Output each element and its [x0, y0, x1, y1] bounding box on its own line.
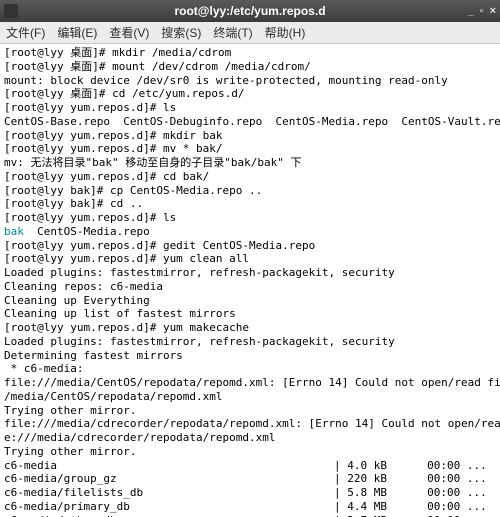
term-line: Cleaning up list of fastest mirrors: [4, 307, 236, 320]
term-line: [root@lyy 桌面]# mkdir /media/cdrom: [4, 46, 231, 59]
maximize-button[interactable]: ▫: [480, 5, 484, 17]
close-button[interactable]: ×: [490, 5, 496, 17]
download-row: c6-media/filelists_db| 5.8 MB 00:00 ...: [4, 486, 487, 499]
window-controls: _ ▫ ×: [468, 5, 496, 17]
term-line: [root@lyy yum.repos.d]# gedit CentOS-Med…: [4, 239, 315, 252]
download-row: c6-media/group_gz| 220 kB 00:00 ...: [4, 472, 487, 485]
term-line: [root@lyy 桌面]# mount /dev/cdrom /media/c…: [4, 60, 311, 73]
term-line: [root@lyy yum.repos.d]# mv * bak/: [4, 142, 223, 155]
menu-help[interactable]: 帮助(H): [265, 24, 306, 41]
term-line: [root@lyy yum.repos.d]# cd bak/: [4, 170, 209, 183]
term-line: file:///media/CentOS/repodata/repomd.xml…: [4, 376, 500, 389]
dir-bak: bak: [4, 225, 24, 238]
term-line: bak CentOS-Media.repo: [4, 225, 150, 238]
download-row: c6-media| 4.0 kB 00:00 ...: [4, 459, 487, 472]
term-line: Loaded plugins: fastestmirror, refresh-p…: [4, 335, 395, 348]
terminal-output[interactable]: [root@lyy 桌面]# mkdir /media/cdrom [root@…: [0, 44, 500, 517]
term-line: [root@lyy bak]# cp CentOS-Media.repo ..: [4, 184, 262, 197]
term-line: [root@lyy 桌面]# cd /etc/yum.repos.d/: [4, 87, 245, 100]
term-line: [root@lyy yum.repos.d]# mkdir bak: [4, 129, 223, 142]
menu-terminal[interactable]: 终端(T): [213, 24, 252, 41]
term-line: mv: 无法将目录"bak" 移动至自身的子目录"bak/bak" 下: [4, 156, 301, 169]
term-line: Trying other mirror.: [4, 404, 136, 417]
term-line: mount: block device /dev/sr0 is write-pr…: [4, 74, 448, 87]
download-row: c6-media/primary_db| 4.4 MB 00:00 ...: [4, 500, 487, 513]
term-line: [root@lyy bak]# cd ..: [4, 197, 143, 210]
term-line: Cleaning repos: c6-media: [4, 280, 163, 293]
term-line: CentOS-Base.repo CentOS-Debuginfo.repo C…: [4, 115, 500, 128]
window-title: root@lyy:/etc/yum.repos.d: [174, 4, 325, 18]
term-line: /media/CentOS/repodata/repomd.xml: [4, 390, 223, 403]
menu-view[interactable]: 查看(V): [109, 24, 149, 41]
term-line: [root@lyy yum.repos.d]# yum makecache: [4, 321, 249, 334]
menubar: 文件(F) 编辑(E) 查看(V) 搜索(S) 终端(T) 帮助(H): [0, 22, 500, 44]
minimize-button[interactable]: _: [468, 5, 474, 17]
menu-search[interactable]: 搜索(S): [161, 24, 201, 41]
menu-edit[interactable]: 编辑(E): [57, 24, 97, 41]
term-line: Cleaning up Everything: [4, 294, 150, 307]
menu-file[interactable]: 文件(F): [6, 24, 45, 41]
term-line: [root@lyy yum.repos.d]# ls: [4, 101, 176, 114]
titlebar: root@lyy:/etc/yum.repos.d _ ▫ ×: [0, 0, 500, 22]
term-line: file:///media/cdrecorder/repodata/repomd…: [4, 417, 500, 430]
term-line: [root@lyy yum.repos.d]# yum clean all: [4, 252, 249, 265]
app-icon: [4, 4, 18, 18]
term-line: Determining fastest mirrors: [4, 349, 183, 362]
term-line: e:///media/cdrecorder/repodata/repomd.xm…: [4, 431, 276, 444]
term-line: Loaded plugins: fastestmirror, refresh-p…: [4, 266, 395, 279]
term-line: * c6-media:: [4, 362, 90, 375]
term-line: [root@lyy yum.repos.d]# ls: [4, 211, 176, 224]
download-row: c6-media/other_db| 2.7 MB 00:00 ...: [4, 514, 487, 517]
term-line: Trying other mirror.: [4, 445, 136, 458]
